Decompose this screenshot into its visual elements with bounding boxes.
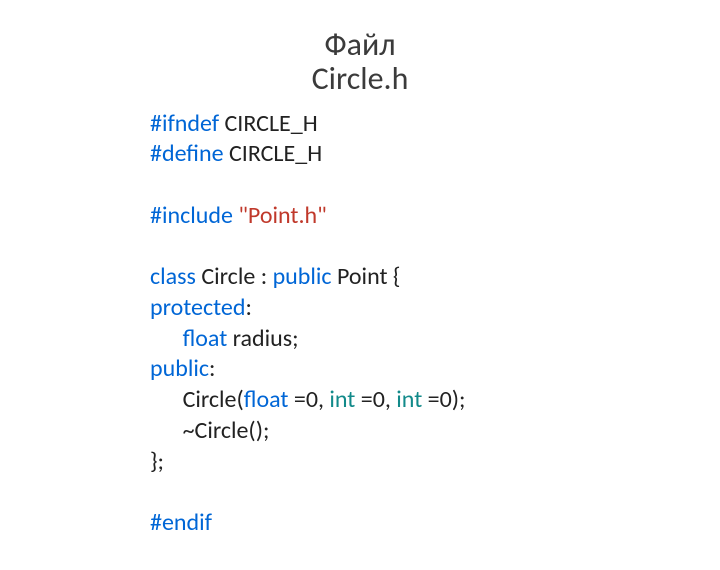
kw-float-1: float	[183, 324, 233, 353]
def2: =0,	[361, 385, 397, 414]
kw-float-2: float	[244, 385, 294, 414]
include-string: "Point.h"	[238, 201, 326, 230]
class-close: };	[150, 447, 164, 476]
kw-public: public	[150, 354, 209, 383]
pp-define: #define	[150, 139, 224, 168]
def1: =0,	[294, 385, 330, 414]
indent-3	[150, 416, 183, 445]
kw-int-1: int	[329, 385, 360, 414]
kw-protected: protected	[150, 293, 245, 322]
colon-1: :	[245, 293, 251, 322]
kw-public-inh: public	[273, 262, 337, 291]
kw-class: class	[150, 262, 201, 291]
ctor-open: Circle(	[183, 385, 244, 414]
member-radius: radius;	[233, 324, 299, 353]
def3: =0);	[428, 385, 466, 414]
slide: Файл Circle.h #ifndef CIRCLE_H #define C…	[0, 0, 720, 540]
colon-2: :	[209, 354, 215, 383]
class-name: Circle :	[201, 262, 272, 291]
pp-endif: #endif	[150, 508, 212, 537]
pp-include: #include	[150, 201, 238, 230]
kw-int-2: int	[396, 385, 427, 414]
macro-name-2: CIRCLE_H	[224, 139, 323, 168]
dtor: ~Circle();	[183, 416, 270, 445]
indent-1	[150, 324, 183, 353]
indent-2	[150, 385, 183, 414]
base-class: Point {	[337, 262, 400, 291]
pp-ifndef: #ifndef	[150, 109, 219, 138]
code-block: #ifndef CIRCLE_H #define CIRCLE_H #inclu…	[150, 78, 465, 570]
macro-name-1: CIRCLE_H	[219, 109, 318, 138]
